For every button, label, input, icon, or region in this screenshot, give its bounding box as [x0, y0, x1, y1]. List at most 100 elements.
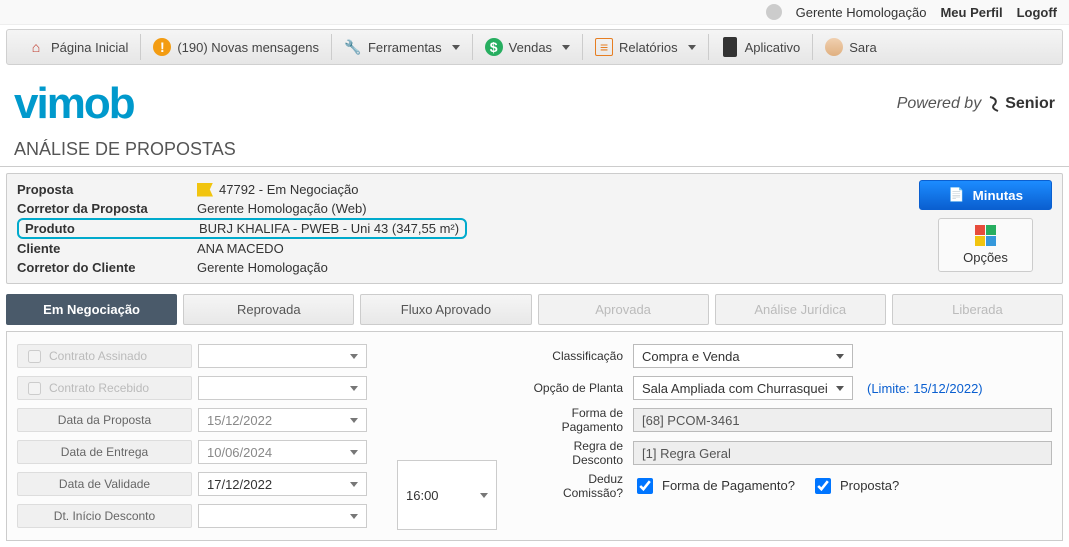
info-right: 📄 Minutas Opções: [909, 180, 1052, 277]
menu-home-label: Página Inicial: [51, 40, 128, 55]
menu-home[interactable]: ⌂ Página Inicial: [15, 34, 141, 60]
logo: vimob: [14, 79, 134, 129]
opcao-planta-select[interactable]: Sala Ampliada com Churrasquei: [633, 376, 853, 400]
data-validade-input[interactable]: 17/12/2022: [198, 472, 367, 496]
data-proposta-label: Data da Proposta: [17, 408, 192, 432]
row-deduz-comissao: Deduz Comissão? Forma de Pagamento? Prop…: [527, 472, 1052, 501]
profile-link[interactable]: Meu Perfil: [940, 5, 1002, 20]
tab-negociacao[interactable]: Em Negociação: [6, 294, 177, 325]
chevron-down-icon: [350, 514, 358, 519]
menu-sales[interactable]: $ Vendas: [473, 34, 583, 60]
info-block: Proposta 47792 - Em Negociação Corretor …: [6, 173, 1063, 284]
data-validade-label: Data de Validade: [17, 472, 192, 496]
minutas-label: Minutas: [973, 188, 1023, 203]
info-row-cliente: Cliente ANA MACEDO: [17, 239, 909, 258]
hora-validade-input[interactable]: 16:00: [397, 460, 497, 530]
opcao-planta-label: Opção de Planta: [527, 381, 627, 395]
chevron-down-icon: [350, 386, 358, 391]
phone-icon: [721, 38, 739, 56]
deduz-label: Deduz Comissão?: [527, 472, 627, 501]
classificacao-select[interactable]: Compra e Venda: [633, 344, 853, 368]
chk-proposta[interactable]: Proposta?: [811, 475, 899, 497]
row-data-proposta: Data da Proposta 15/12/2022: [17, 406, 367, 434]
tab-liberada: Liberada: [892, 294, 1063, 325]
chk-proposta-input[interactable]: [815, 478, 831, 494]
chevron-down-icon: [350, 482, 358, 487]
logoff-link[interactable]: Logoff: [1017, 5, 1057, 20]
corretor-proposta-label: Corretor da Proposta: [17, 201, 197, 216]
data-proposta-input[interactable]: 15/12/2022: [198, 408, 367, 432]
chk-forma-input[interactable]: [637, 478, 653, 494]
info-row-corretor-proposta: Corretor da Proposta Gerente Homologação…: [17, 199, 909, 218]
regra-desconto-label: Regra de Desconto: [527, 439, 627, 468]
data-entrega-label: Data de Entrega: [17, 440, 192, 464]
menu-reports-label: Relatórios: [619, 40, 678, 55]
data-entrega-input[interactable]: 10/06/2024: [198, 440, 367, 464]
corretor-proposta-value: Gerente Homologação (Web): [197, 201, 367, 216]
produto-value: BURJ KHALIFA - PWEB - Uni 43 (347,55 m²): [199, 221, 459, 236]
powered-brand: Senior: [987, 95, 1055, 113]
header-row: vimob Powered by Senior: [0, 69, 1069, 139]
row-contrato-recebido: Contrato Recebido: [17, 374, 367, 402]
avatar-icon: [825, 38, 843, 56]
contrato-assinado-label: Contrato Assinado: [49, 349, 147, 363]
limite-link[interactable]: (Limite: 15/12/2022): [867, 381, 983, 396]
contrato-recebido-checkbox: [28, 382, 41, 395]
form-panel: Contrato Assinado Contrato Recebido Data…: [6, 331, 1063, 541]
corretor-cliente-label: Corretor do Cliente: [17, 260, 197, 275]
info-row-proposta: Proposta 47792 - Em Negociação: [17, 180, 909, 199]
menu-sales-label: Vendas: [509, 40, 552, 55]
dt-inicio-input[interactable]: [198, 504, 367, 528]
topbar: Gerente Homologação Meu Perfil Logoff: [0, 0, 1069, 25]
home-icon: ⌂: [27, 38, 45, 56]
report-icon: ≡: [595, 38, 613, 56]
dollar-icon: $: [485, 38, 503, 56]
topbar-user-name: Gerente Homologação: [796, 5, 927, 20]
menu-app[interactable]: Aplicativo: [709, 34, 814, 60]
chevron-down-icon: [562, 45, 570, 50]
row-classificacao: Classificação Compra e Venda: [527, 342, 1052, 370]
senior-logo-icon: [987, 95, 1001, 113]
minutas-button[interactable]: 📄 Minutas: [919, 180, 1052, 210]
menu-sara[interactable]: Sara: [813, 34, 888, 60]
tab-reprovada[interactable]: Reprovada: [183, 294, 354, 325]
chevron-down-icon: [836, 386, 844, 391]
proposta-label: Proposta: [17, 182, 197, 197]
status-tabs: Em Negociação Reprovada Fluxo Aprovado A…: [6, 294, 1063, 325]
info-left: Proposta 47792 - Em Negociação Corretor …: [17, 180, 909, 277]
chk-forma-pagamento[interactable]: Forma de Pagamento?: [633, 475, 795, 497]
flag-icon: [197, 183, 213, 197]
chevron-down-icon: [452, 45, 460, 50]
forma-pagamento-label: Forma de Pagamento: [527, 406, 627, 435]
menu-sara-label: Sara: [849, 40, 876, 55]
contrato-assinado-date: [198, 344, 367, 368]
row-contrato-assinado: Contrato Assinado: [17, 342, 367, 370]
chevron-down-icon: [350, 418, 358, 423]
row-dt-inicio-desconto: Dt. Início Desconto: [17, 502, 367, 530]
wrench-icon: 🔧: [344, 38, 362, 56]
chevron-down-icon: [688, 45, 696, 50]
contrato-recebido-label: Contrato Recebido: [49, 381, 149, 395]
menu-tools-label: Ferramentas: [368, 40, 442, 55]
row-data-validade: Data de Validade 17/12/2022: [17, 470, 367, 498]
contrato-assinado-checkbox: [28, 350, 41, 363]
tab-fluxo[interactable]: Fluxo Aprovado: [360, 294, 531, 325]
dt-inicio-label: Dt. Início Desconto: [17, 504, 192, 528]
menu-reports[interactable]: ≡ Relatórios: [583, 34, 709, 60]
corretor-cliente-value: Gerente Homologação: [197, 260, 328, 275]
tab-aprovada: Aprovada: [538, 294, 709, 325]
opcoes-button[interactable]: Opções: [938, 218, 1033, 272]
form-col-right: Classificação Compra e Venda Opção de Pl…: [527, 342, 1052, 530]
cliente-value: ANA MACEDO: [197, 241, 284, 256]
row-regra-desconto: Regra de Desconto [1] Regra Geral: [527, 439, 1052, 468]
menu-messages[interactable]: ! (190) Novas mensagens: [141, 34, 332, 60]
menu-tools[interactable]: 🔧 Ferramentas: [332, 34, 473, 60]
classificacao-label: Classificação: [527, 349, 627, 363]
forma-pagamento-value: [68] PCOM-3461: [633, 408, 1052, 432]
chevron-down-icon: [350, 354, 358, 359]
menubar: ⌂ Página Inicial ! (190) Novas mensagens…: [6, 29, 1063, 65]
page-title: ANÁLISE DE PROPOSTAS: [0, 139, 1069, 167]
produto-label: Produto: [25, 221, 199, 236]
menu-messages-label: (190) Novas mensagens: [177, 40, 319, 55]
regra-desconto-value: [1] Regra Geral: [633, 441, 1052, 465]
